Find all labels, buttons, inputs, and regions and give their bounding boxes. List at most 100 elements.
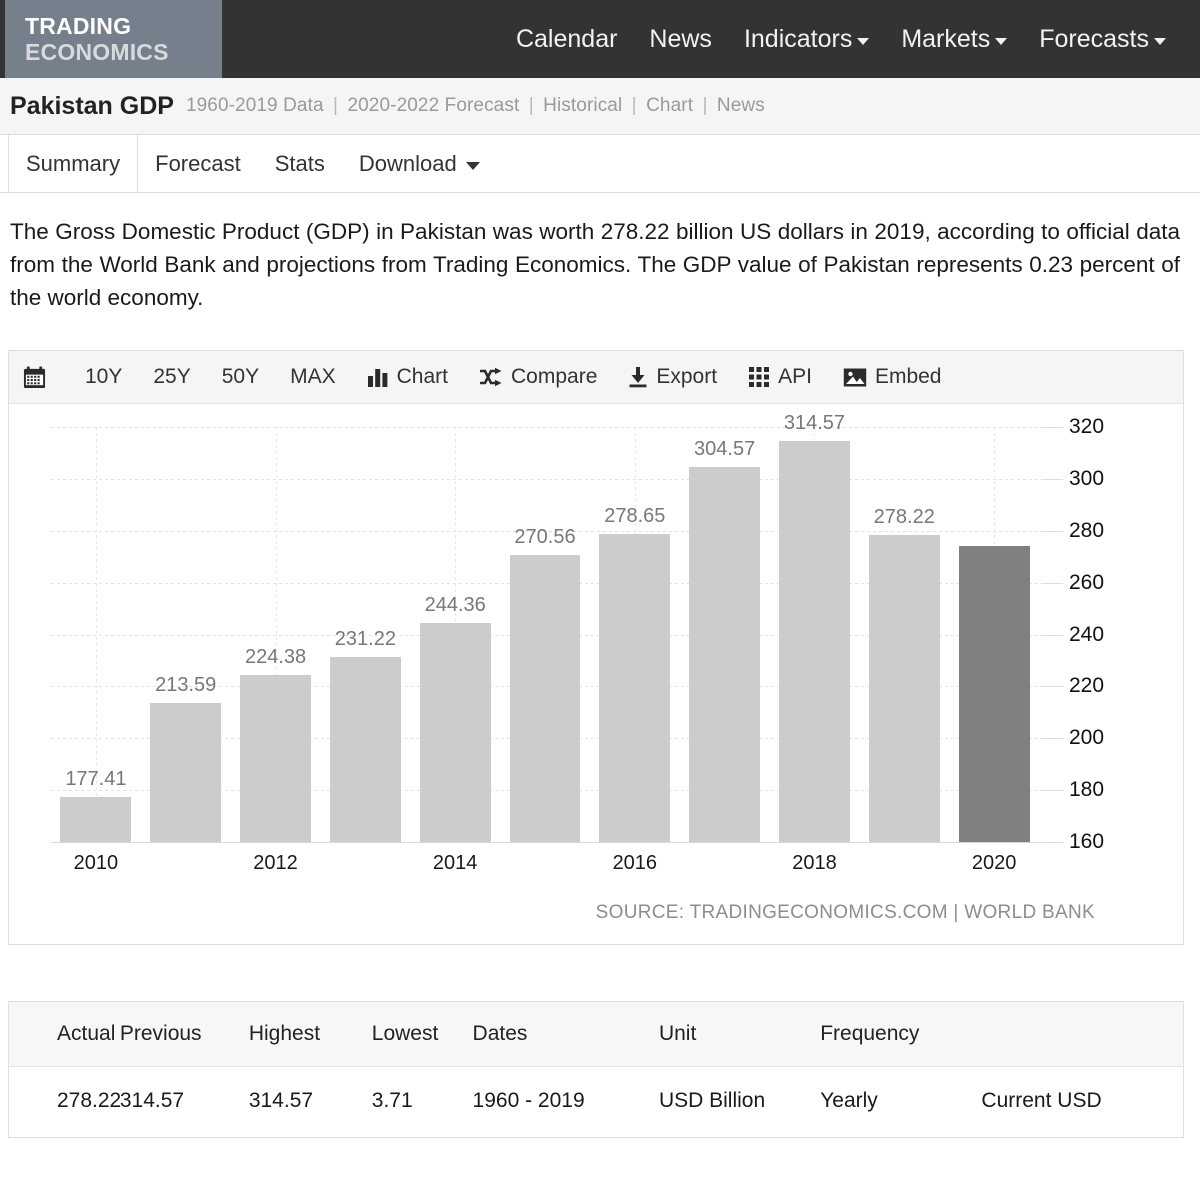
cell-actual: 278.22 <box>57 1089 122 1112</box>
bar-value-label: 278.65 <box>604 505 666 528</box>
chart-bar[interactable] <box>778 441 850 842</box>
indicator-description: The Gross Domestic Product (GDP) in Paki… <box>10 219 1180 310</box>
logo-line-2: ECONOMICS <box>25 38 169 65</box>
bar-value-label: 177.41 <box>65 767 127 790</box>
chart-bar[interactable] <box>958 546 1030 842</box>
nav-item-label: Calendar <box>515 24 618 53</box>
column-header-unit: Unit <box>658 1002 821 1067</box>
toolbar-label: Embed <box>874 365 942 388</box>
x-axis-tick-label: 2012 <box>253 852 298 874</box>
chart-bar[interactable] <box>419 623 491 842</box>
tab-label: Forecast <box>155 150 241 176</box>
column-header-highest: Highest <box>248 1002 372 1067</box>
toolbar-label: 50Y <box>221 365 260 388</box>
nav-item-news[interactable]: News <box>633 25 728 54</box>
toolbar-label: Export <box>656 365 718 388</box>
chart-bar[interactable] <box>868 535 940 842</box>
nav-item-indicators[interactable]: Indicators <box>728 25 885 54</box>
y-axis-tick-label: 260 <box>1069 570 1105 594</box>
toolbar-compare-button[interactable]: Compare <box>479 365 597 389</box>
chart-panel: 10Y 25Y 50Y MAX Chart Compare Export API… <box>8 350 1184 945</box>
breadcrumb-separator: | <box>333 95 339 116</box>
bar-chart-icon <box>367 367 389 387</box>
y-axis-tick-label: 200 <box>1069 726 1105 750</box>
top-navigation-bar: TRADING ECONOMICS Calendar News Indicato… <box>0 0 1200 78</box>
bar-chart[interactable]: 177.41 213.59 224.38 231.22 244.36 270.56 278.… <box>9 404 1183 944</box>
bar-value-label: 278.22 <box>873 506 935 529</box>
toolbar-api-button[interactable]: API <box>748 365 812 389</box>
chart-bar[interactable] <box>240 675 312 842</box>
toolbar-label: 25Y <box>153 365 191 388</box>
chart-bar[interactable] <box>689 467 761 842</box>
x-axis-tick-label: 2016 <box>612 852 658 874</box>
toolbar-range-50y[interactable]: 50Y <box>222 365 259 389</box>
breadcrumb-link-historical[interactable]: Historical <box>543 95 622 116</box>
tab-download[interactable]: Download <box>342 135 497 192</box>
nav-item-label: Indicators <box>743 24 853 53</box>
tab-stats[interactable]: Stats <box>258 135 342 192</box>
bar-value-label: 270.56 <box>514 526 576 549</box>
chart-bar[interactable] <box>509 555 581 842</box>
chevron-down-icon <box>465 161 480 170</box>
toolbar-label: MAX <box>290 365 336 388</box>
tab-label: Summary <box>26 150 121 176</box>
toolbar-embed-button[interactable]: Embed <box>843 365 942 389</box>
chevron-down-icon <box>857 37 870 45</box>
stats-table: Actual Previous Highest Lowest Dates Uni… <box>9 1002 1183 1137</box>
chart-toolbar: 10Y 25Y 50Y MAX Chart Compare Export API… <box>9 351 1183 404</box>
toolbar-range-25y[interactable]: 25Y <box>153 365 190 389</box>
cell-unit: USD Billion <box>658 1089 766 1112</box>
breadcrumb-data-range: 1960-2019 Data <box>185 95 324 116</box>
toolbar-chart-button[interactable]: Chart <box>367 365 448 389</box>
nav-item-calendar[interactable]: Calendar <box>500 25 633 54</box>
bar-value-label: 231.22 <box>334 628 396 651</box>
y-tick-mark <box>1041 530 1063 532</box>
chart-bar[interactable] <box>599 534 671 842</box>
y-axis-tick-label: 280 <box>1069 518 1105 542</box>
breadcrumb-link-news[interactable]: News <box>717 95 765 116</box>
site-logo[interactable]: TRADING ECONOMICS <box>5 0 222 78</box>
calendar-icon <box>23 365 46 389</box>
nav-item-forecasts[interactable]: Forecasts <box>1023 25 1182 54</box>
tab-summary[interactable]: Summary <box>8 135 139 192</box>
stats-table-header: Actual Previous Highest Lowest Dates Uni… <box>9 1002 1183 1067</box>
toolbar-label: API <box>778 365 812 388</box>
nav-item-label: Forecasts <box>1039 24 1149 53</box>
tab-label: Download <box>358 150 457 176</box>
y-axis-tick-label: 160 <box>1069 830 1105 853</box>
tab-label: Stats <box>274 150 325 176</box>
toolbar-calendar-button[interactable] <box>23 365 54 389</box>
bar-value-label: 314.57 <box>783 412 846 435</box>
tab-forecast[interactable]: Forecast <box>138 135 258 192</box>
nav-links: Calendar News Indicators Markets Forecas… <box>500 25 1200 54</box>
download-icon <box>628 366 648 388</box>
chart-x-axis-line <box>51 842 1039 843</box>
column-header-actual: Actual <box>9 1002 120 1067</box>
y-tick-mark <box>1041 686 1063 688</box>
stats-table-container: Actual Previous Highest Lowest Dates Uni… <box>8 1001 1184 1138</box>
breadcrumb: Pakistan GDP 1960-2019 Data | 2020-2022 … <box>0 78 1200 135</box>
y-tick-mark <box>1041 582 1063 584</box>
chart-bar[interactable] <box>150 703 222 842</box>
x-axis-tick-label: 2014 <box>432 852 478 874</box>
grid-line <box>51 427 1039 428</box>
nav-item-markets[interactable]: Markets <box>885 25 1023 54</box>
toolbar-range-max[interactable]: MAX <box>290 365 336 389</box>
y-axis-tick-label: 240 <box>1069 622 1105 646</box>
grid-icon <box>748 366 770 388</box>
bar-value-label: 224.38 <box>244 646 307 668</box>
chart-bar[interactable] <box>60 796 132 842</box>
chart-bar[interactable] <box>329 657 401 842</box>
toolbar-export-button[interactable]: Export <box>628 365 717 389</box>
toolbar-range-10y[interactable]: 10Y <box>85 365 122 389</box>
column-header-lowest: Lowest <box>371 1002 473 1067</box>
breadcrumb-subtitle: 1960-2019 Data | 2020-2022 Forecast | Hi… <box>186 95 765 117</box>
breadcrumb-link-chart[interactable]: Chart <box>646 95 693 116</box>
page-title: Pakistan GDP <box>10 91 174 120</box>
bar-value-label: 213.59 <box>155 674 217 696</box>
breadcrumb-separator: | <box>631 95 637 116</box>
breadcrumb-separator: | <box>702 95 708 116</box>
column-header-dates: Dates <box>472 1002 659 1067</box>
cell-previous: 314.57 <box>119 1089 185 1112</box>
cell-frequency: Yearly <box>820 1089 878 1112</box>
